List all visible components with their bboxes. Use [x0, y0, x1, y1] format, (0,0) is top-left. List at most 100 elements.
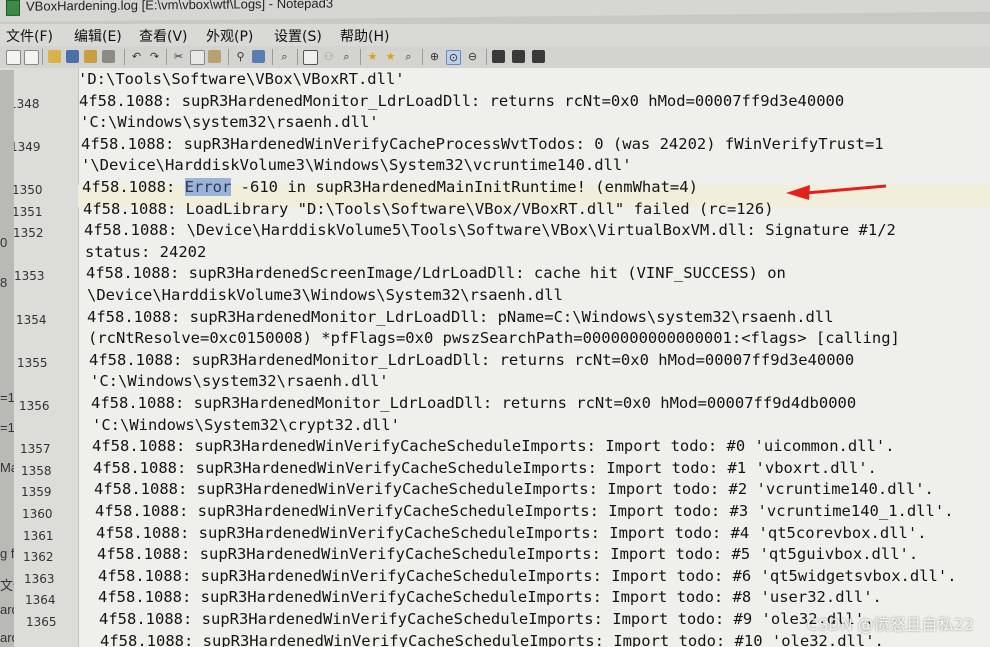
menu-help[interactable]: 帮助(H) [340, 26, 389, 46]
log-line: 4f58.1088: supR3HardenedMonitor_LdrLoadD… [79, 92, 845, 110]
open-folder-icon[interactable] [48, 50, 61, 63]
log-line: 4f58.1088: supR3HardenedMonitor_LdrLoadD… [89, 351, 855, 369]
log-line: 4f58.1088: supR3HardenedWinVerifyCacheSc… [96, 524, 927, 542]
log-line: 4f58.1088: supR3HardenedWinVerifyCacheSc… [97, 545, 919, 563]
bookmark-clear-icon[interactable]: ⌕ [402, 50, 415, 63]
copy-icon[interactable] [190, 50, 205, 65]
log-line: 'D:\Tools\Software\VBox\VBoxRT.dll' [78, 70, 405, 88]
toolbar-separator [422, 49, 423, 65]
line-number: 1349 [10, 140, 41, 154]
zoom-out-icon[interactable]: ⊖ [466, 50, 479, 63]
redo-icon[interactable]: ↷ [148, 50, 161, 63]
zoom-in-icon[interactable]: ⊕ [428, 50, 441, 63]
menu-file[interactable]: 文件(F) [6, 26, 53, 46]
log-line: 4f58.1088: supR3HardenedScreenImage/LdrL… [86, 264, 786, 282]
log-line: 4f58.1088: supR3HardenedWinVerifyCacheSc… [93, 459, 877, 477]
line-number: 1359 [21, 485, 52, 499]
line-number: 1354 [16, 313, 47, 327]
open-file-icon[interactable] [24, 50, 39, 65]
background-window-fragment: 8 [0, 275, 8, 290]
print-icon[interactable] [102, 50, 115, 63]
toolbar-separator [360, 49, 361, 65]
log-line: 4f58.1088: supR3HardenedWinVerifyCacheSc… [98, 588, 882, 606]
line-number: 1356 [19, 399, 50, 413]
background-window-fragment: =1 [0, 390, 14, 405]
bookmark-next-icon[interactable]: ★ [384, 50, 397, 63]
log-line: 4f58.1088: supR3HardenedWinVerifyCachePr… [81, 135, 884, 153]
log-line: \Device\HarddiskVolume3\Windows\System32… [87, 286, 563, 304]
background-window-edge: 0 8 =1 =1 Ma g file 文件写 arder arder [0, 70, 14, 647]
line-number: 1362 [23, 550, 54, 564]
undo-icon[interactable]: ↶ [130, 50, 143, 63]
background-window-fragment: Ma [0, 460, 14, 475]
menu-appearance[interactable]: 外观(P) [206, 26, 253, 46]
zoom-reset-icon[interactable]: ⊙ [446, 50, 461, 65]
notepad3-app-icon [6, 0, 20, 16]
settings-icon[interactable] [512, 50, 525, 63]
log-line: 4f58.1088: supR3HardenedWinVerifyCacheSc… [94, 480, 934, 498]
cut-icon[interactable]: ✂ [172, 50, 185, 63]
line-number: 1353 [14, 269, 45, 283]
log-line: 4f58.1088: Error -610 in supR3HardenedMa… [82, 178, 698, 196]
toolbar-separator [297, 49, 298, 65]
toolbar-separator [486, 49, 487, 65]
line-number: 1364 [25, 593, 56, 607]
line-number: 1355 [17, 356, 48, 370]
background-window-fragment: arder [0, 602, 14, 617]
menu-settings[interactable]: 设置(S) [274, 26, 322, 46]
save-all-icon[interactable] [84, 50, 97, 63]
line-number: 1350 [12, 183, 43, 197]
log-line: 'C:\Windows\system32\rsaenh.dll' [80, 113, 379, 131]
toolbar-separator [124, 49, 125, 65]
toolbar-separator [42, 49, 43, 65]
new-file-icon[interactable] [6, 50, 21, 65]
editor-area[interactable]: 'D:\Tools\Software\VBox\VBoxRT.dll' 1348 4… [0, 68, 990, 647]
search-icon[interactable]: ⌕ [340, 50, 353, 63]
fullscreen-icon[interactable] [492, 50, 505, 63]
paste-icon[interactable] [208, 50, 221, 63]
save-icon[interactable] [66, 50, 79, 63]
line-number: 1358 [21, 464, 52, 478]
line-number: 1352 [13, 226, 44, 240]
background-window-fragment: g file [0, 546, 14, 561]
line-number: 1365 [26, 615, 57, 629]
window-title: VBoxHardening.log [E:\vm\vbox\wtf\Logs] … [26, 0, 334, 14]
replace-icon[interactable] [252, 50, 265, 63]
log-line: 4f58.1088: \Device\HarddiskVolume5\Tools… [84, 221, 896, 239]
menu-edit[interactable]: 编辑(E) [74, 26, 122, 46]
watermark: CSDN @愤怒且自私22 [806, 615, 974, 634]
line-number: 1360 [22, 507, 53, 521]
log-line: (rcNtResolve=0xc0150008) *pfFlags=0x0 pw… [88, 329, 900, 347]
bookmark-icon[interactable]: ★ [366, 50, 379, 63]
log-line: 4f58.1088: supR3HardenedWinVerifyCacheSc… [92, 437, 895, 455]
line-number: 1357 [20, 442, 51, 456]
log-line: 4f58.1088: supR3HardenedMonitor_LdrLoadD… [91, 394, 857, 412]
background-window-fragment: arder [0, 630, 14, 645]
title-bar: VBoxHardening.log [E:\vm\vbox\wtf\Logs] … [0, 0, 990, 22]
menu-bar: 文件(F) 编辑(E) 查看(V) 外观(P) 设置(S) 帮助(H) [0, 24, 990, 46]
view-icon[interactable] [303, 50, 318, 65]
red-arrow-annotation [786, 184, 887, 200]
toolbar-separator [166, 49, 167, 65]
exit-icon[interactable] [532, 50, 545, 63]
background-window-fragment: 文件写 [0, 578, 14, 593]
error-keyword-highlight: Error [184, 178, 232, 196]
font-icon[interactable]: ⚇ [322, 50, 335, 63]
log-line: 'C:\Windows\System32\crypt32.dll' [92, 416, 400, 434]
log-line: 4f58.1088: supR3HardenedWinVerifyCacheSc… [100, 632, 884, 647]
log-line-text: -610 in supR3HardenedMainInitRuntime! (e… [231, 178, 698, 196]
log-line: 4f58.1088: LoadLibrary "D:\Tools\Softwar… [83, 200, 774, 218]
log-line-prefix: 4f58.1088: [82, 178, 185, 196]
goto-icon[interactable]: ⌕ [278, 50, 291, 63]
log-line: 4f58.1088: supR3HardenedMonitor_LdrLoadD… [87, 308, 834, 326]
menu-view[interactable]: 查看(V) [139, 26, 188, 46]
line-number: 1361 [23, 529, 54, 543]
find-icon[interactable]: ⚲ [234, 50, 247, 63]
log-line: '\Device\HarddiskVolume3\Windows\System3… [81, 156, 632, 174]
toolbar: ↶ ↷ ✂ ⚲ ⌕ ⚇ ⌕ ★ ★ ⌕ ⊕ ⊙ ⊖ [0, 46, 990, 69]
log-line: 'C:\Windows\system32\rsaenh.dll' [90, 372, 389, 390]
toolbar-separator [272, 49, 273, 65]
log-line: 4f58.1088: supR3HardenedWinVerifyCacheSc… [99, 610, 874, 628]
background-window-fragment: 0 [0, 235, 8, 250]
line-number: 1363 [24, 572, 55, 586]
